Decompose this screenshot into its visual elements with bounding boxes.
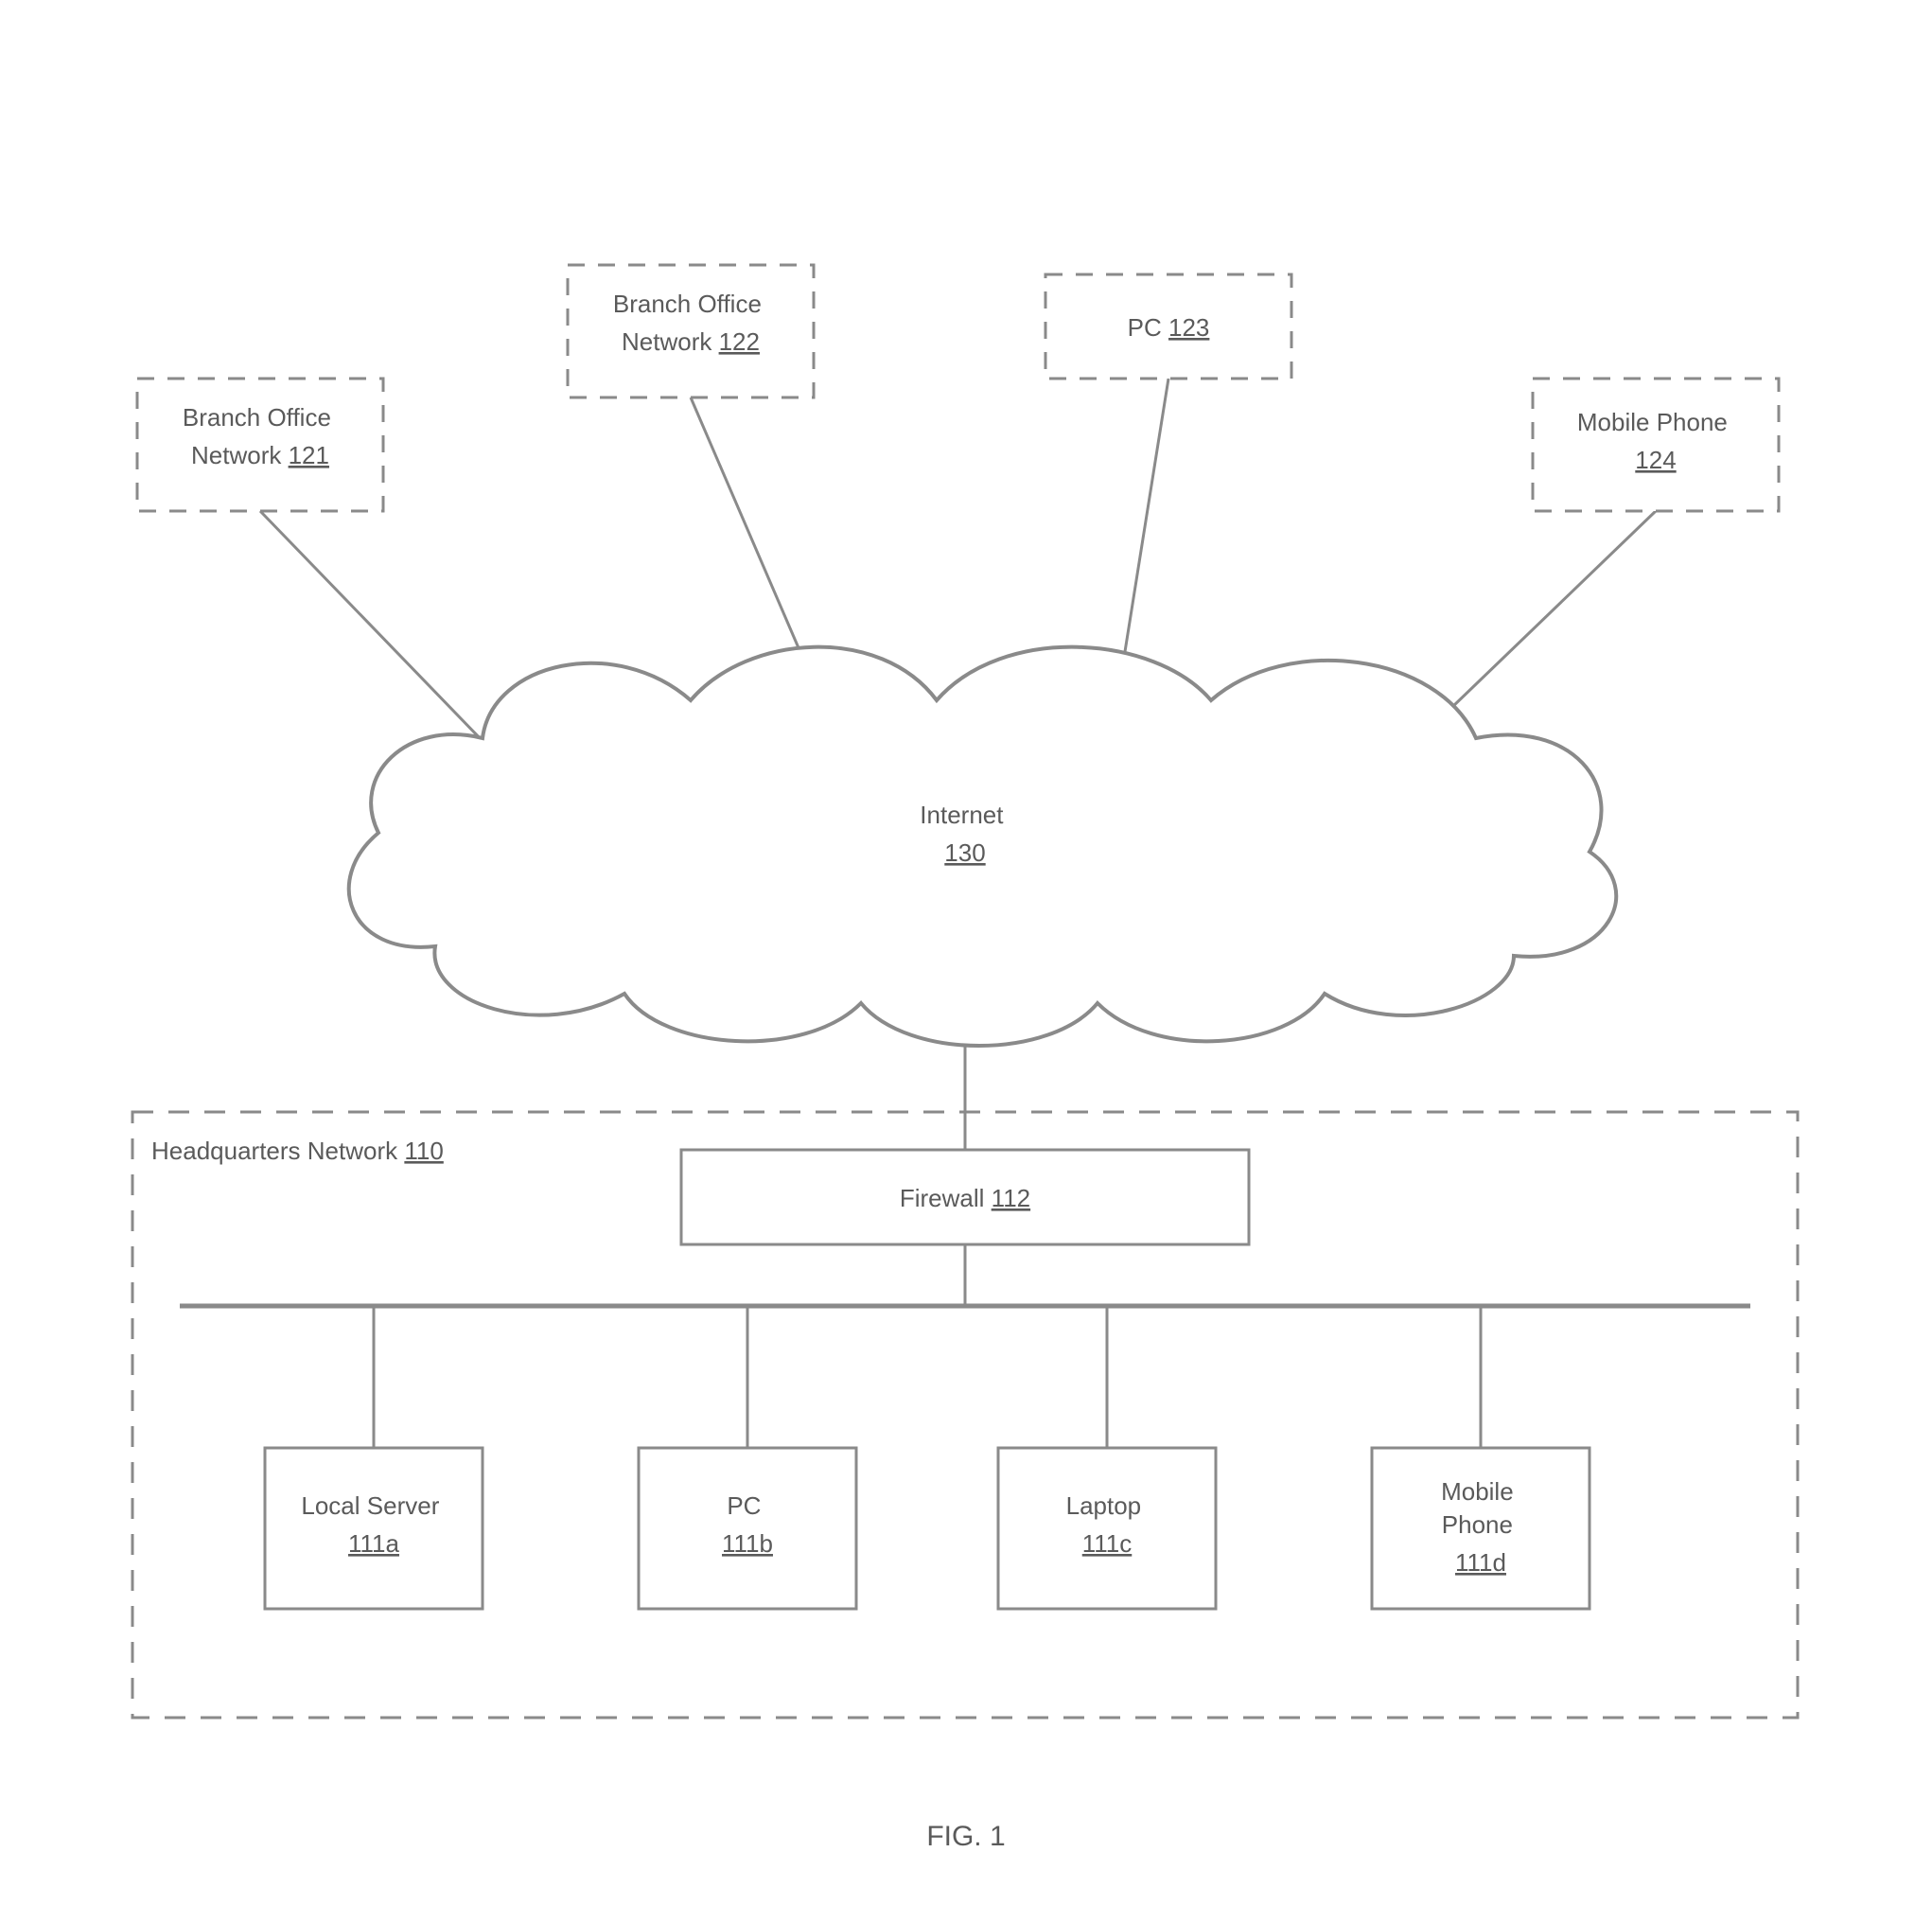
hq-mobile-label-line1: Mobile [1441, 1477, 1514, 1506]
hq-laptop-label: Laptop [1066, 1491, 1142, 1520]
external-pc-label: PC [1128, 313, 1162, 342]
external-mobile-label: Mobile Phone [1577, 408, 1728, 436]
branch-office-2-node: Branch Office Network 122 [568, 265, 814, 397]
network-topology-diagram: Internet 130 Branch Office Network 121 B… [0, 0, 1932, 1905]
hq-pc-label: PC [727, 1491, 761, 1520]
firewall-ref: 112 [992, 1184, 1030, 1212]
cloud-ref: 130 [944, 838, 985, 867]
local-server-node: Local Server 111a [265, 1448, 483, 1609]
branch1-ref: 121 [289, 441, 329, 469]
external-pc-ref: 123 [1168, 313, 1209, 342]
branch-office-1-node: Branch Office Network 121 [137, 379, 383, 511]
hq-label: Headquarters Network [151, 1137, 398, 1165]
local-server-label: Local Server [301, 1491, 439, 1520]
hq-pc-ref: 111b [722, 1529, 773, 1558]
branch2-ref: 122 [719, 327, 760, 356]
branch1-label-line1: Branch Office [183, 403, 331, 432]
firewall-label: Firewall [900, 1184, 985, 1212]
branch1-label-line2: Network [191, 441, 289, 469]
branch2-label-line1: Branch Office [613, 290, 762, 318]
hq-mobile-node: Mobile Phone 111d [1372, 1448, 1590, 1609]
hq-mobile-label-line2: Phone [1442, 1510, 1513, 1539]
external-mobile-ref: 124 [1635, 446, 1676, 474]
svg-text:PC 123: PC 123 [1128, 313, 1210, 342]
figure-label: FIG. 1 [926, 1821, 1005, 1852]
svg-text:Headquarters Network: Headquarters Network 110 [151, 1137, 444, 1165]
svg-text:Firewall 112: Firewall 112 [900, 1184, 1030, 1212]
hq-ref: 110 [404, 1137, 443, 1165]
firewall-node: Firewall 112 [681, 1150, 1249, 1244]
internet-cloud: Internet 130 [349, 647, 1616, 1046]
hq-mobile-ref: 111d [1455, 1548, 1506, 1577]
hq-laptop-ref: 111c [1082, 1529, 1133, 1558]
hq-pc-node: PC 111b [639, 1448, 856, 1609]
local-server-ref: 111a [348, 1529, 400, 1558]
hq-laptop-node: Laptop 111c [998, 1448, 1216, 1609]
cloud-label: Internet [920, 801, 1004, 829]
external-mobile-node: Mobile Phone 124 [1533, 379, 1779, 511]
branch2-label-line2: Network [622, 327, 719, 356]
external-pc-node: PC 123 [1045, 274, 1291, 379]
